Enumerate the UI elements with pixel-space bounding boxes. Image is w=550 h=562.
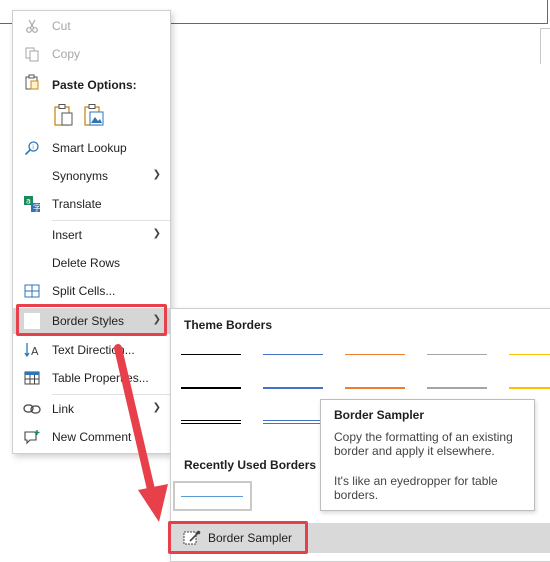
annotation-arrow (114, 344, 168, 522)
